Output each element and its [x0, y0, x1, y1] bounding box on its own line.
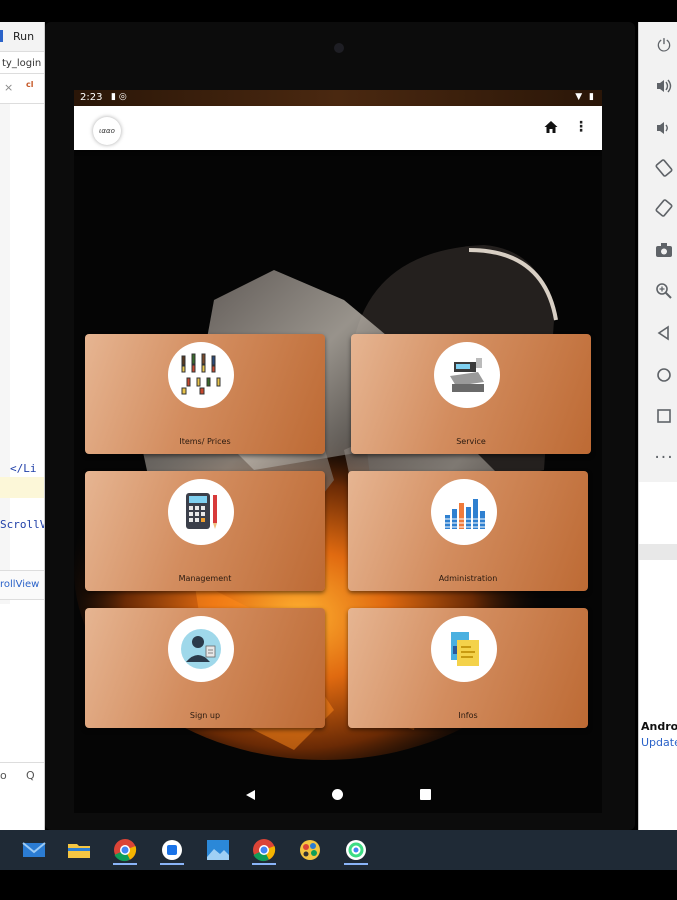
ide-file-tab[interactable]: ty_login	[0, 52, 44, 74]
tile-items-prices[interactable]: Items/ Prices	[85, 334, 325, 454]
tile-label: Items/ Prices	[179, 437, 231, 446]
front-camera	[334, 43, 344, 53]
emulator-controls: ⏻ ···	[638, 22, 677, 482]
overview-icon[interactable]	[653, 406, 675, 428]
screen: Run ty_login × cl </Li ScrollV rollView …	[0, 0, 677, 900]
tile-label: Management	[178, 574, 232, 583]
photos-icon[interactable]	[201, 835, 235, 865]
home-icon[interactable]	[653, 365, 675, 387]
android-status-bar: 2:23 ▮ ◎ ▼ ▮	[74, 90, 602, 106]
android-studio-icon[interactable]	[339, 835, 373, 865]
back-icon[interactable]	[246, 790, 255, 800]
tile-administration[interactable]: Administration	[348, 471, 588, 591]
rotate-left-icon[interactable]	[653, 158, 675, 180]
mail-icon[interactable]	[17, 835, 51, 865]
zoom-icon[interactable]	[653, 281, 675, 303]
chrome-icon[interactable]	[108, 835, 142, 865]
back-icon[interactable]	[653, 323, 675, 345]
volume-up-icon[interactable]	[653, 76, 675, 98]
overview-icon[interactable]	[420, 789, 431, 800]
search-icon[interactable]: Q	[26, 769, 35, 782]
status-glyph: o	[0, 769, 7, 782]
windows-taskbar	[0, 830, 677, 870]
lower-border	[0, 870, 677, 900]
tablet-frame: 2:23 ▮ ◎ ▼ ▮ ιααο ⋮ Items/ Prices Servic…	[45, 22, 635, 830]
code-line[interactable]: </Li	[10, 462, 37, 475]
bottles-icon	[168, 342, 234, 408]
android-nav-bar	[74, 776, 602, 813]
ide-tab-row: × cl	[0, 74, 44, 104]
current-line-highlight	[0, 477, 44, 498]
status-time: 2:23	[80, 92, 103, 103]
close-tab-icon[interactable]: ×	[4, 81, 13, 94]
user-signup-icon	[168, 616, 234, 682]
tile-label: Infos	[458, 711, 478, 720]
ide-window: Run ty_login × cl </Li ScrollV rollView …	[0, 22, 45, 830]
menu-marker	[0, 30, 3, 42]
tile-service[interactable]: Service	[351, 334, 591, 454]
chrome-icon[interactable]	[247, 835, 281, 865]
file-explorer-icon[interactable]	[62, 835, 96, 865]
right-ide-panel: Android Update...	[638, 482, 677, 830]
ide-breadcrumb-tab[interactable]: rollView	[0, 570, 44, 600]
bar-chart-icon	[431, 479, 497, 545]
device-display: 2:23 ▮ ◎ ▼ ▮ ιααο ⋮ Items/ Prices Servic…	[74, 90, 602, 813]
camera-icon[interactable]	[653, 240, 675, 262]
more-vert-icon[interactable]: ⋮	[574, 119, 588, 135]
document-info-icon	[431, 616, 497, 682]
calculator-icon	[168, 479, 234, 545]
wifi-battery-icons: ▼ ▮	[575, 92, 596, 102]
ide-statusbar: o Q	[0, 762, 44, 790]
tile-infos[interactable]: Infos	[348, 608, 588, 728]
code-line[interactable]: ScrollV	[0, 518, 44, 531]
more-icon[interactable]: ···	[653, 447, 675, 469]
paint-icon[interactable]	[293, 835, 327, 865]
cash-register-icon	[434, 342, 500, 408]
rotate-right-icon[interactable]	[653, 198, 675, 220]
app-icon[interactable]	[155, 835, 189, 865]
tile-label: Service	[456, 437, 486, 446]
home-icon[interactable]	[332, 789, 343, 800]
tile-label: Administration	[438, 574, 498, 583]
notification-title: Android	[641, 720, 677, 733]
notification-icons: ▮ ◎	[111, 92, 127, 102]
power-icon[interactable]: ⏻	[653, 35, 675, 57]
update-notification[interactable]: Android Update...	[639, 714, 677, 754]
panel-divider	[639, 544, 677, 560]
ide-menubar: Run	[0, 22, 44, 52]
app-logo[interactable]: ιααο	[93, 117, 121, 145]
tile-sign-up[interactable]: Sign up	[85, 608, 325, 728]
class-file-icon[interactable]: cl	[26, 80, 33, 89]
run-menu[interactable]: Run	[13, 30, 34, 43]
tile-label: Sign up	[189, 711, 221, 720]
update-link[interactable]: Update...	[641, 736, 677, 749]
home-icon[interactable]	[543, 119, 559, 135]
app-toolbar: ιααο ⋮	[74, 106, 602, 150]
volume-down-icon[interactable]	[653, 118, 675, 140]
tile-management[interactable]: Management	[85, 471, 325, 591]
